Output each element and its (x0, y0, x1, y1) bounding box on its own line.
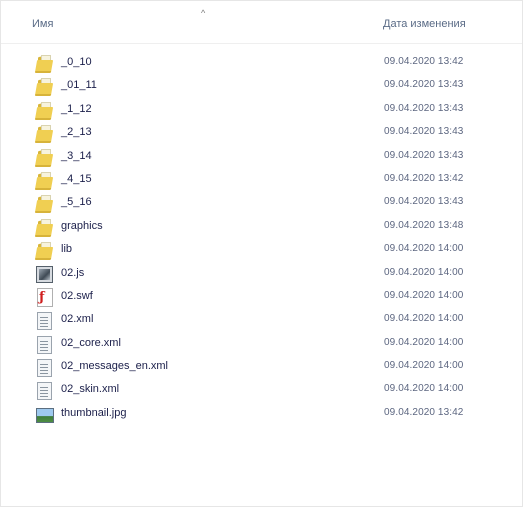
file-row[interactable]: 02_messages_en.xml 09.04.2020 14:00 (1, 355, 522, 378)
folder-icon (34, 54, 54, 73)
column-header-date-modified[interactable]: Дата изменения (383, 18, 466, 30)
file-date-modified: 09.04.2020 13:43 (384, 149, 464, 161)
file-name: thumbnail.jpg (61, 406, 127, 419)
file-name: 02.js (61, 266, 85, 279)
file-date-modified: 09.04.2020 13:43 (384, 196, 464, 208)
sort-ascending-icon: ^ (201, 8, 206, 18)
file-name: 02.swf (61, 289, 93, 302)
file-row[interactable]: 02_core.xml 09.04.2020 14:00 (1, 332, 522, 355)
file-row[interactable]: lib 09.04.2020 14:00 (1, 238, 522, 261)
swf-file-icon: ƒ (35, 287, 53, 307)
file-row[interactable]: _5_16 09.04.2020 13:43 (1, 191, 522, 214)
xml-file-icon (35, 335, 53, 354)
file-date-modified: 09.04.2020 13:42 (384, 172, 464, 184)
file-name: _0_10 (61, 56, 92, 68)
file-name: _5_16 (61, 196, 92, 209)
xml-file-icon (35, 311, 53, 331)
column-header-name[interactable]: Имя (32, 18, 53, 30)
file-name: 02_skin.xml (61, 383, 120, 396)
file-date-modified: 09.04.2020 13:42 (384, 406, 464, 418)
file-row[interactable]: _0_10 09.04.2020 13:42 (1, 51, 522, 74)
file-name: 02_core.xml (61, 336, 121, 349)
file-name: 02.xml (61, 313, 94, 326)
file-name: _1_12 (61, 102, 92, 115)
file-row[interactable]: 02.js 09.04.2020 14:00 (1, 262, 522, 285)
file-row[interactable]: _01_11 09.04.2020 13:43 (1, 74, 522, 97)
file-list-window: Имя ^ Дата изменения _0_10 09.04.2020 13:… (0, 0, 523, 507)
image-file-icon (35, 405, 54, 423)
file-row[interactable]: 02_skin.xml 09.04.2020 14:00 (1, 378, 522, 401)
file-name: _3_14 (61, 149, 92, 162)
file-row[interactable]: graphics 09.04.2020 13:48 (1, 215, 522, 238)
file-name: 02_messages_en.xml (61, 360, 169, 373)
file-name: _4_15 (61, 172, 92, 185)
file-date-modified: 09.04.2020 14:00 (384, 383, 464, 395)
folder-icon (34, 148, 54, 167)
folder-icon (34, 171, 54, 190)
file-row[interactable]: thumbnail.jpg 09.04.2020 13:42 (1, 402, 522, 425)
xml-file-icon (35, 358, 53, 378)
xml-file-icon (35, 381, 53, 401)
file-row[interactable]: 02.xml 09.04.2020 14:00 (1, 308, 522, 331)
file-row[interactable]: ƒ 02.swf 09.04.2020 14:00 (1, 285, 522, 308)
file-date-modified: 09.04.2020 14:00 (384, 243, 464, 255)
folder-icon (34, 194, 54, 214)
file-date-modified: 09.04.2020 14:00 (384, 360, 464, 372)
file-date-modified: 09.04.2020 14:00 (384, 313, 464, 325)
folder-icon (34, 218, 54, 237)
file-date-modified: 09.04.2020 13:43 (384, 79, 464, 91)
file-name: lib (61, 243, 73, 256)
file-list: _0_10 09.04.2020 13:42 _01_11 09.04.2020 13… (1, 51, 522, 425)
folder-icon (34, 101, 54, 120)
file-date-modified: 09.04.2020 14:00 (384, 289, 464, 301)
file-date-modified: 09.04.2020 13:48 (384, 219, 464, 231)
file-row[interactable]: _3_14 09.04.2020 13:43 (1, 145, 522, 168)
folder-icon (34, 124, 54, 144)
file-row[interactable]: _1_12 09.04.2020 13:43 (1, 98, 522, 121)
file-row[interactable]: _4_15 09.04.2020 13:42 (1, 168, 522, 191)
file-name: graphics (61, 219, 103, 232)
js-file-icon (35, 265, 53, 283)
folder-icon (34, 77, 54, 97)
file-row[interactable]: _2_13 09.04.2020 13:43 (1, 121, 522, 144)
file-date-modified: 09.04.2020 13:43 (384, 126, 464, 138)
file-date-modified: 09.04.2020 13:42 (384, 56, 464, 67)
column-header-bar: Имя ^ Дата изменения (1, 1, 522, 44)
file-date-modified: 09.04.2020 14:00 (384, 266, 464, 278)
file-name: _01_11 (61, 79, 97, 92)
file-date-modified: 09.04.2020 13:43 (384, 102, 464, 114)
file-name: _2_13 (61, 126, 92, 139)
folder-icon (34, 241, 54, 261)
file-date-modified: 09.04.2020 14:00 (384, 336, 464, 348)
